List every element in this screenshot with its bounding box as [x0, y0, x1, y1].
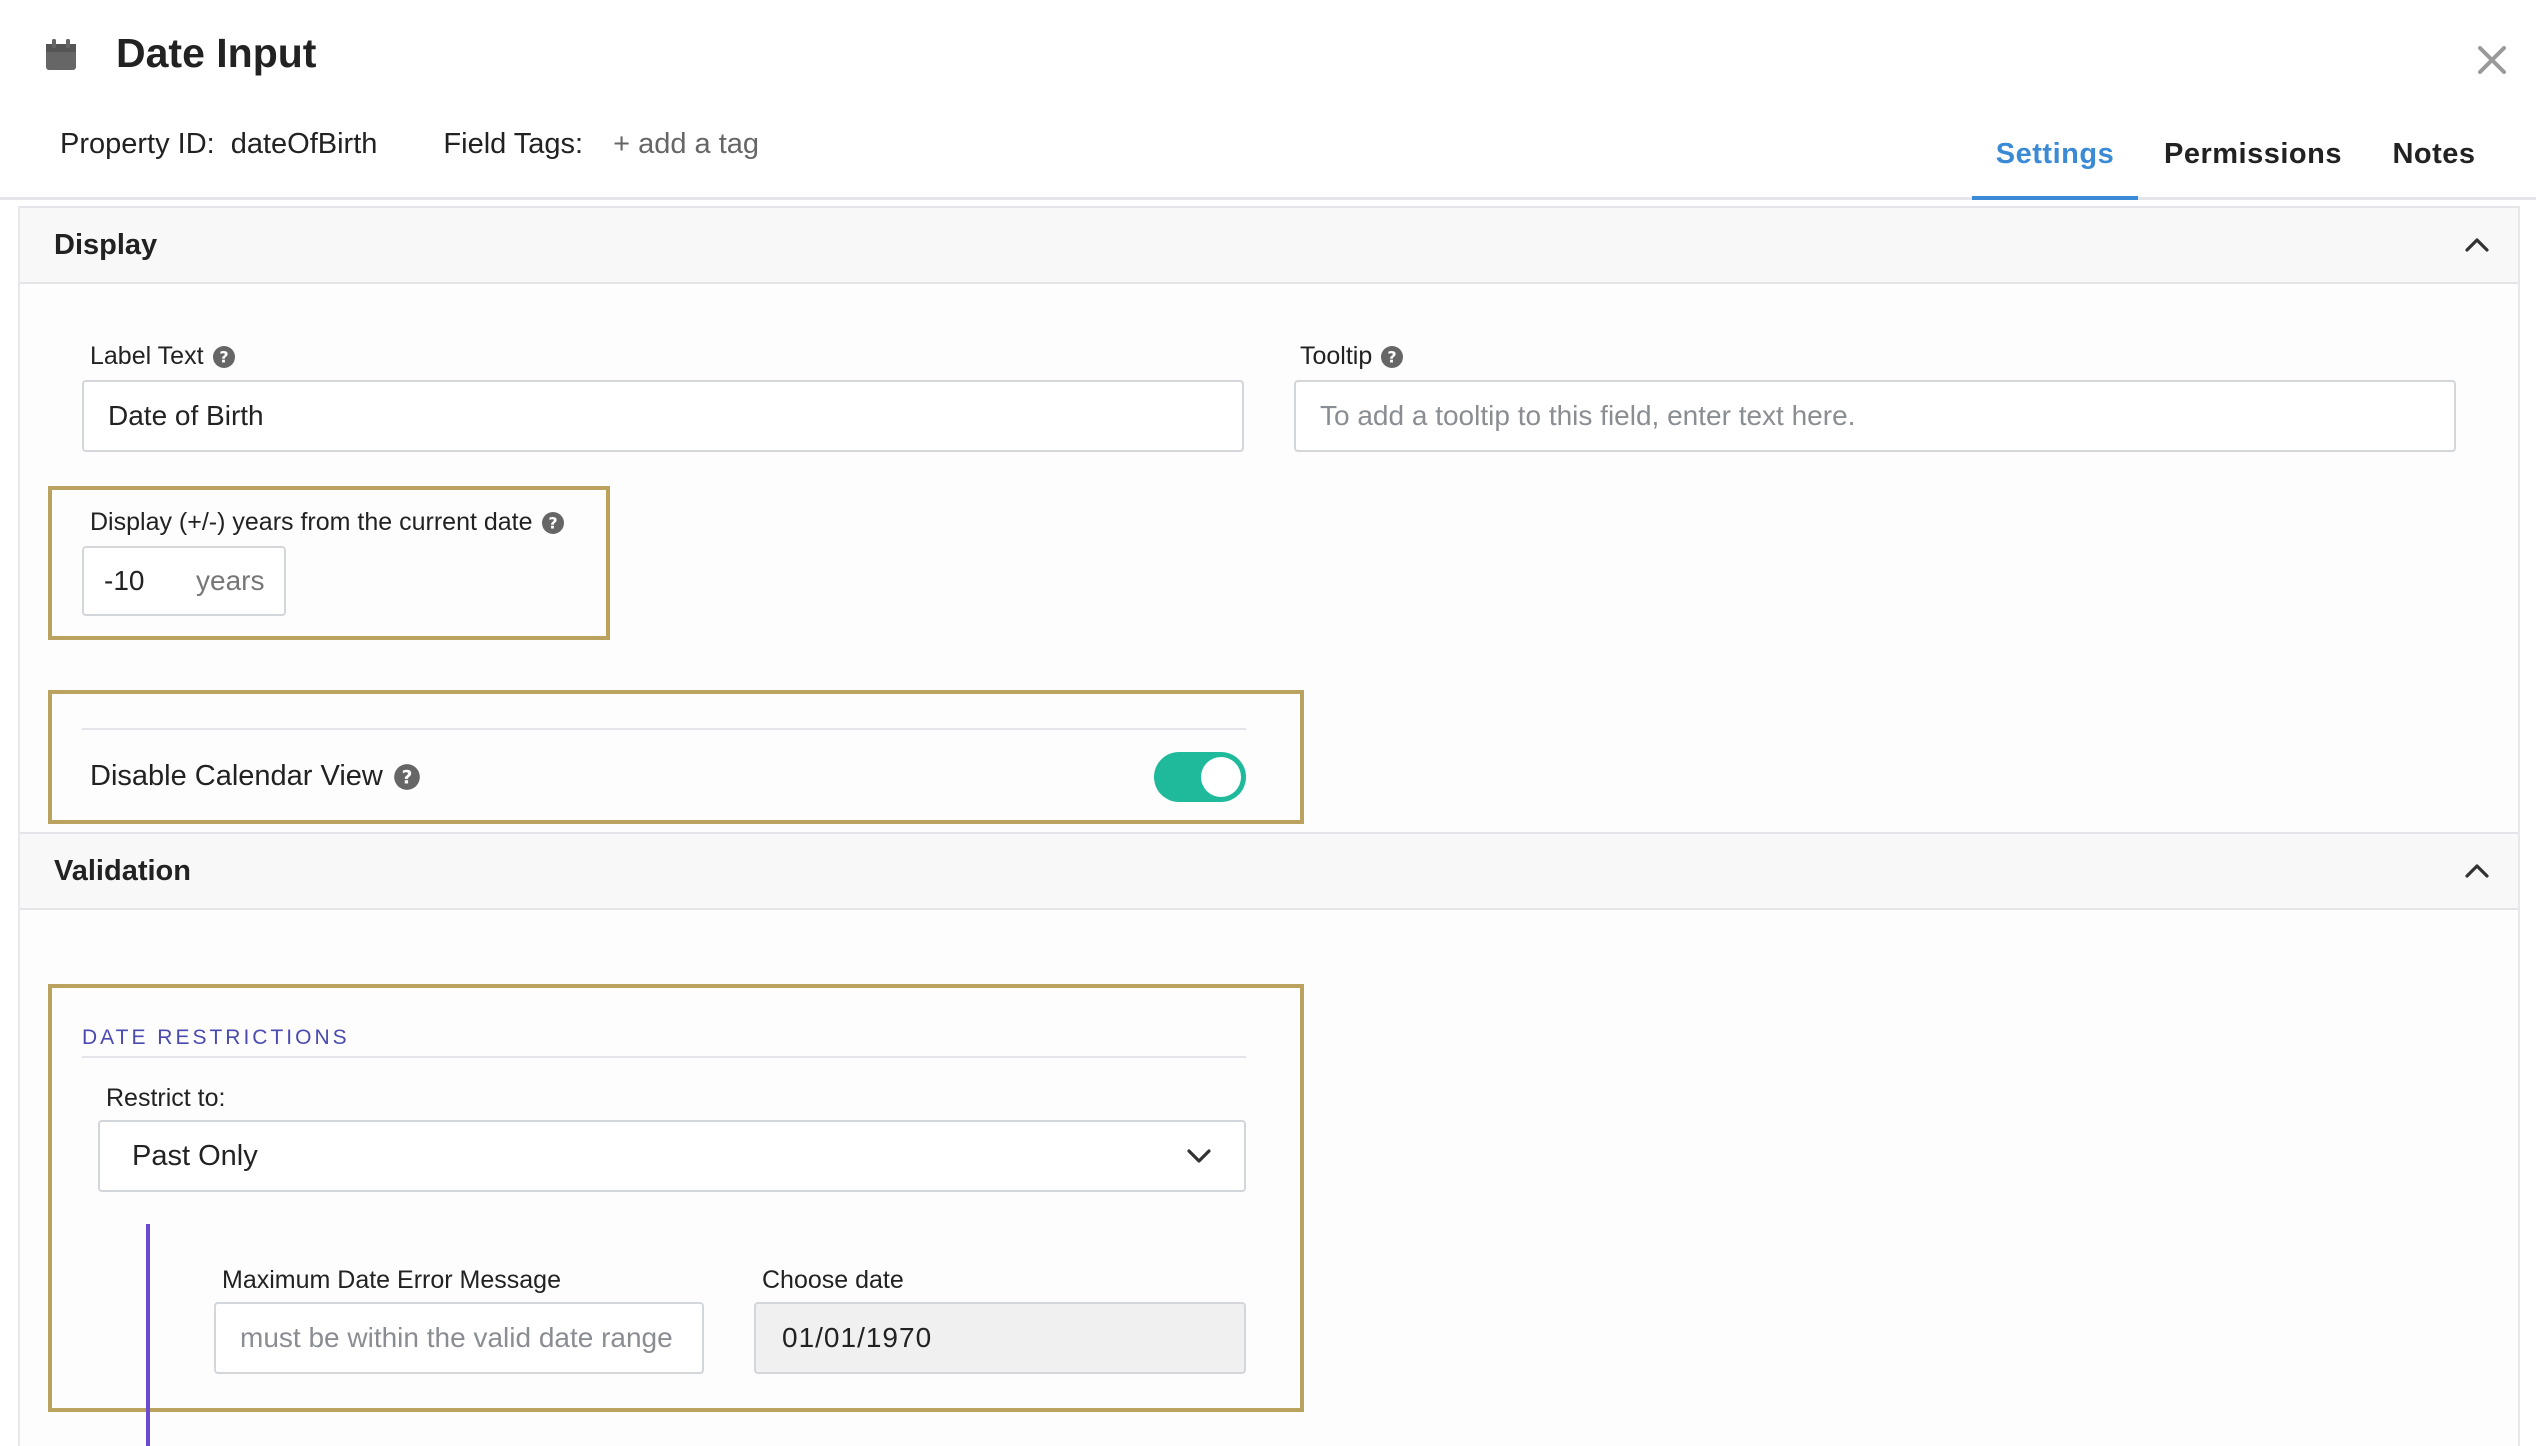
restrict-to-value: Past Only — [132, 1139, 258, 1172]
disable-calendar-caption: Disable Calendar View — [90, 760, 383, 792]
svg-text:?: ? — [401, 767, 412, 788]
close-icon[interactable] — [2472, 40, 2512, 80]
display-panel-title: Display — [54, 228, 158, 261]
help-icon[interactable]: ? — [212, 345, 236, 369]
add-tag-link[interactable]: + add a tag — [613, 128, 759, 161]
field-tags-label: Field Tags: — [443, 128, 584, 160]
disable-calendar-toggle[interactable] — [1154, 752, 1246, 802]
date-restrictions-caption: DATE RESTRICTIONS — [82, 1026, 350, 1049]
max-error-input[interactable]: must be within the valid date range — [214, 1302, 704, 1374]
tooltip-label: Tooltip ? — [1300, 342, 1404, 371]
validation-panel-title: Validation — [54, 854, 191, 887]
help-icon[interactable]: ? — [393, 763, 421, 791]
chevron-up-icon[interactable] — [2462, 856, 2492, 886]
property-id-value: dateOfBirth — [230, 128, 378, 160]
divider — [82, 1056, 1246, 1058]
help-icon[interactable]: ? — [541, 511, 565, 535]
years-range-label: Display (+/-) years from the current dat… — [90, 508, 565, 537]
tooltip-input[interactable]: To add a tooltip to this field, enter te… — [1294, 380, 2456, 452]
restrict-to-select[interactable]: Past Only — [98, 1120, 1246, 1192]
choose-date-label: Choose date — [762, 1266, 904, 1294]
help-icon[interactable]: ? — [1380, 345, 1404, 369]
label-text-caption: Label Text — [90, 342, 204, 370]
years-unit: years — [196, 565, 265, 596]
tab-bar: Settings Permissions Notes — [1972, 110, 2536, 200]
chevron-up-icon[interactable] — [2462, 230, 2492, 260]
tab-permissions[interactable]: Permissions — [2138, 110, 2368, 200]
svg-text:?: ? — [219, 347, 228, 366]
disable-calendar-highlight — [48, 690, 1304, 824]
page-title: Date Input — [116, 30, 317, 76]
validation-panel-header[interactable]: Validation — [20, 832, 2518, 910]
toggle-knob — [1201, 757, 1241, 797]
disable-calendar-label: Disable Calendar View ? — [90, 760, 421, 793]
label-text-input[interactable]: Date of Birth — [82, 380, 1244, 452]
modal-header: Date Input Property ID: dateOfBirth Fiel… — [0, 0, 2536, 200]
years-range-input[interactable]: -10 years — [82, 546, 286, 616]
chevron-down-icon — [1187, 1149, 1211, 1163]
calendar-icon — [46, 39, 76, 70]
tooltip-caption: Tooltip — [1300, 342, 1373, 370]
divider — [82, 728, 1246, 730]
years-range-caption: Display (+/-) years from the current dat… — [90, 508, 533, 536]
years-value[interactable]: -10 — [104, 565, 196, 597]
nested-indicator-line — [146, 1224, 150, 1446]
label-text-label: Label Text ? — [90, 342, 236, 371]
choose-date-input[interactable]: 01/01/1970 — [754, 1302, 1246, 1374]
svg-text:?: ? — [1388, 347, 1397, 366]
display-panel-header[interactable]: Display — [20, 206, 2518, 284]
restrict-to-label: Restrict to: — [106, 1084, 226, 1112]
max-error-label: Maximum Date Error Message — [222, 1266, 561, 1294]
tab-notes[interactable]: Notes — [2368, 110, 2500, 200]
property-id-label: Property ID: — [60, 128, 215, 160]
property-row: Property ID: dateOfBirth Field Tags: + a… — [60, 128, 759, 161]
svg-text:?: ? — [548, 513, 557, 532]
tab-settings[interactable]: Settings — [1972, 110, 2138, 200]
